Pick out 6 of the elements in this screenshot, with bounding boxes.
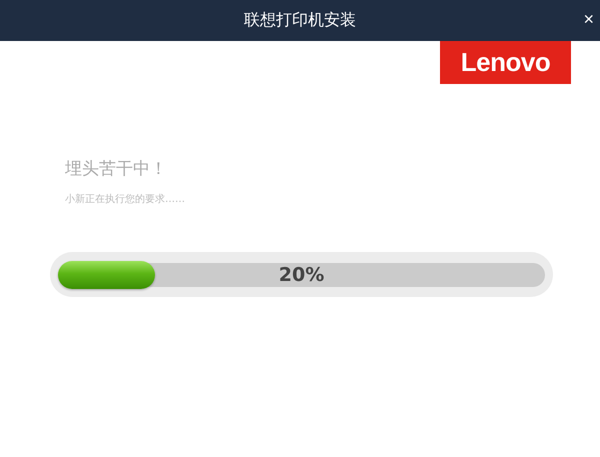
window-title: 联想打印机安装 bbox=[244, 10, 356, 31]
close-button[interactable]: × bbox=[581, 10, 596, 28]
logo: Lenovo bbox=[440, 41, 571, 84]
progress-reading: 20% bbox=[278, 264, 324, 286]
status-message: 小新正在执行您的要求…… bbox=[65, 192, 186, 206]
status-heading: 埋头苦干中！ bbox=[65, 158, 168, 180]
